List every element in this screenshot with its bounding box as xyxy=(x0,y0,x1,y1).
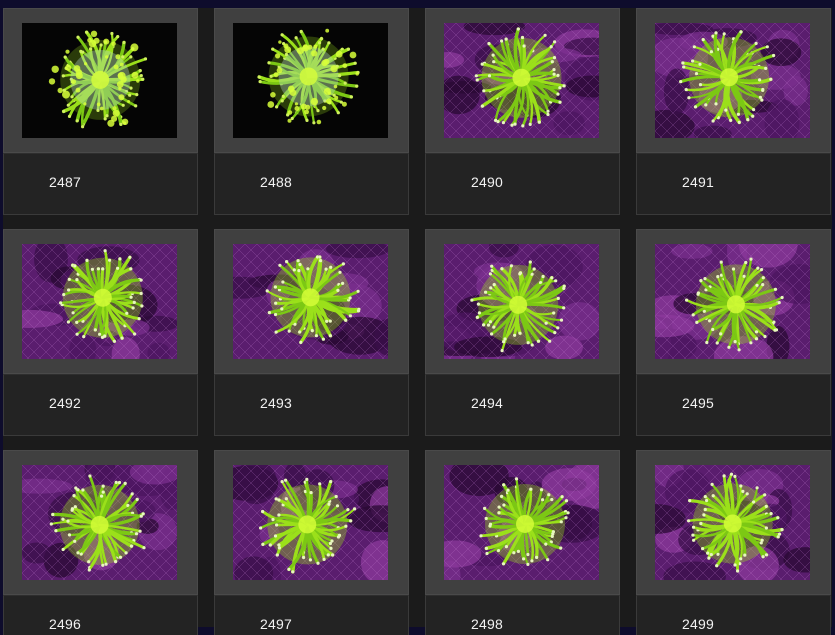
thumbnail-frame[interactable] xyxy=(636,8,831,153)
thumbnail-image[interactable] xyxy=(444,244,599,359)
top-border xyxy=(0,0,835,8)
item-number[interactable]: 2490 xyxy=(471,174,503,190)
thumbnail-image[interactable] xyxy=(233,23,388,138)
gallery-item[interactable]: 2492 xyxy=(3,229,198,436)
coral-photo xyxy=(233,465,388,580)
thumbnail-frame[interactable] xyxy=(214,229,409,374)
coral-photo xyxy=(655,244,810,359)
item-number[interactable]: 2495 xyxy=(682,395,714,411)
coral-photo xyxy=(233,23,388,138)
gallery-item[interactable]: 2495 xyxy=(636,229,831,436)
thumbnail-image[interactable] xyxy=(233,465,388,580)
thumbnail-image[interactable] xyxy=(444,465,599,580)
coral-photo xyxy=(22,23,177,138)
thumbnail-image[interactable] xyxy=(655,244,810,359)
thumbnail-image[interactable] xyxy=(233,244,388,359)
caption-panel: 2491 xyxy=(636,153,831,215)
thumbnail-frame[interactable] xyxy=(636,450,831,595)
coral-photo xyxy=(444,23,599,138)
caption-panel: 2490 xyxy=(425,153,620,215)
thumbnail-image[interactable] xyxy=(655,23,810,138)
caption-panel: 2497 xyxy=(214,595,409,635)
gallery-frame: 2487 2488 2490 2491 2492 2493 2494 2495 2496 2497… xyxy=(0,0,835,635)
gallery-item[interactable]: 2496 xyxy=(3,450,198,635)
thumbnail-image[interactable] xyxy=(655,465,810,580)
caption-panel: 2493 xyxy=(214,374,409,436)
gallery-item[interactable]: 2497 xyxy=(214,450,409,635)
coral-photo xyxy=(655,465,810,580)
gallery-item[interactable]: 2488 xyxy=(214,8,409,215)
caption-panel: 2495 xyxy=(636,374,831,436)
thumbnail-grid: 2487 2488 2490 2491 2492 2493 2494 2495 2496 2497… xyxy=(3,8,832,635)
thumbnail-frame[interactable] xyxy=(3,8,198,153)
coral-photo xyxy=(655,23,810,138)
coral-photo xyxy=(22,465,177,580)
caption-panel: 2494 xyxy=(425,374,620,436)
caption-panel: 2488 xyxy=(214,153,409,215)
thumbnail-frame[interactable] xyxy=(214,8,409,153)
thumbnail-image[interactable] xyxy=(22,465,177,580)
gallery-item[interactable]: 2487 xyxy=(3,8,198,215)
item-number[interactable]: 2491 xyxy=(682,174,714,190)
gallery-item[interactable]: 2494 xyxy=(425,229,620,436)
coral-photo xyxy=(233,244,388,359)
item-number[interactable]: 2496 xyxy=(49,616,81,632)
item-number[interactable]: 2498 xyxy=(471,616,503,632)
thumbnail-frame[interactable] xyxy=(636,229,831,374)
coral-photo xyxy=(22,244,177,359)
item-number[interactable]: 2499 xyxy=(682,616,714,632)
caption-panel: 2499 xyxy=(636,595,831,635)
item-number[interactable]: 2488 xyxy=(260,174,292,190)
caption-panel: 2487 xyxy=(3,153,198,215)
thumbnail-frame[interactable] xyxy=(425,229,620,374)
gallery-item[interactable]: 2499 xyxy=(636,450,831,635)
caption-panel: 2498 xyxy=(425,595,620,635)
gallery-item[interactable]: 2498 xyxy=(425,450,620,635)
coral-photo xyxy=(444,244,599,359)
thumbnail-image[interactable] xyxy=(22,244,177,359)
thumbnail-frame[interactable] xyxy=(214,450,409,595)
gallery-item[interactable]: 2491 xyxy=(636,8,831,215)
caption-panel: 2492 xyxy=(3,374,198,436)
item-number[interactable]: 2494 xyxy=(471,395,503,411)
thumbnail-image[interactable] xyxy=(22,23,177,138)
coral-photo xyxy=(444,465,599,580)
item-number[interactable]: 2487 xyxy=(49,174,81,190)
item-number[interactable]: 2492 xyxy=(49,395,81,411)
caption-panel: 2496 xyxy=(3,595,198,635)
thumbnail-image[interactable] xyxy=(444,23,599,138)
thumbnail-frame[interactable] xyxy=(3,229,198,374)
thumbnail-frame[interactable] xyxy=(425,8,620,153)
item-number[interactable]: 2493 xyxy=(260,395,292,411)
thumbnail-frame[interactable] xyxy=(425,450,620,595)
gallery-item[interactable]: 2493 xyxy=(214,229,409,436)
gallery-item[interactable]: 2490 xyxy=(425,8,620,215)
item-number[interactable]: 2497 xyxy=(260,616,292,632)
thumbnail-frame[interactable] xyxy=(3,450,198,595)
